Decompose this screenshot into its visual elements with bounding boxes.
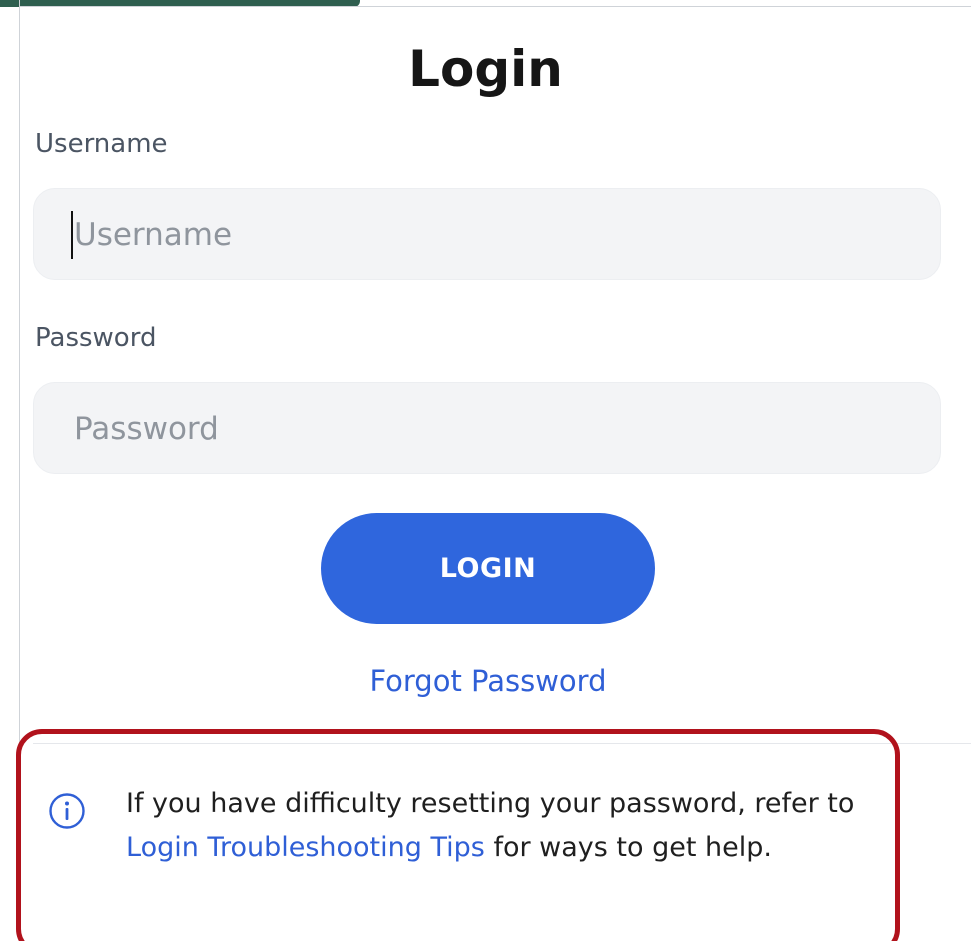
text-cursor <box>71 211 73 259</box>
troubleshooting-link[interactable]: Login Troubleshooting Tips <box>126 832 485 863</box>
login-page: Login Username Username Password Passwor… <box>0 0 971 941</box>
login-button[interactable]: LOGIN <box>321 513 655 624</box>
info-text-before: If you have difficulty resetting your pa… <box>126 788 855 819</box>
username-label: Username <box>35 129 168 159</box>
password-input[interactable]: Password <box>33 382 941 474</box>
info-icon <box>49 793 85 829</box>
info-message: If you have difficulty resetting your pa… <box>126 782 866 870</box>
username-placeholder: Username <box>74 217 233 253</box>
card-border-top <box>19 6 971 7</box>
password-placeholder: Password <box>74 411 219 447</box>
info-text-after: for ways to get help. <box>484 832 772 863</box>
page-title: Login <box>408 40 563 98</box>
password-label: Password <box>35 323 157 353</box>
username-input[interactable]: Username <box>33 188 941 280</box>
forgot-password-link[interactable]: Forgot Password <box>0 664 971 698</box>
